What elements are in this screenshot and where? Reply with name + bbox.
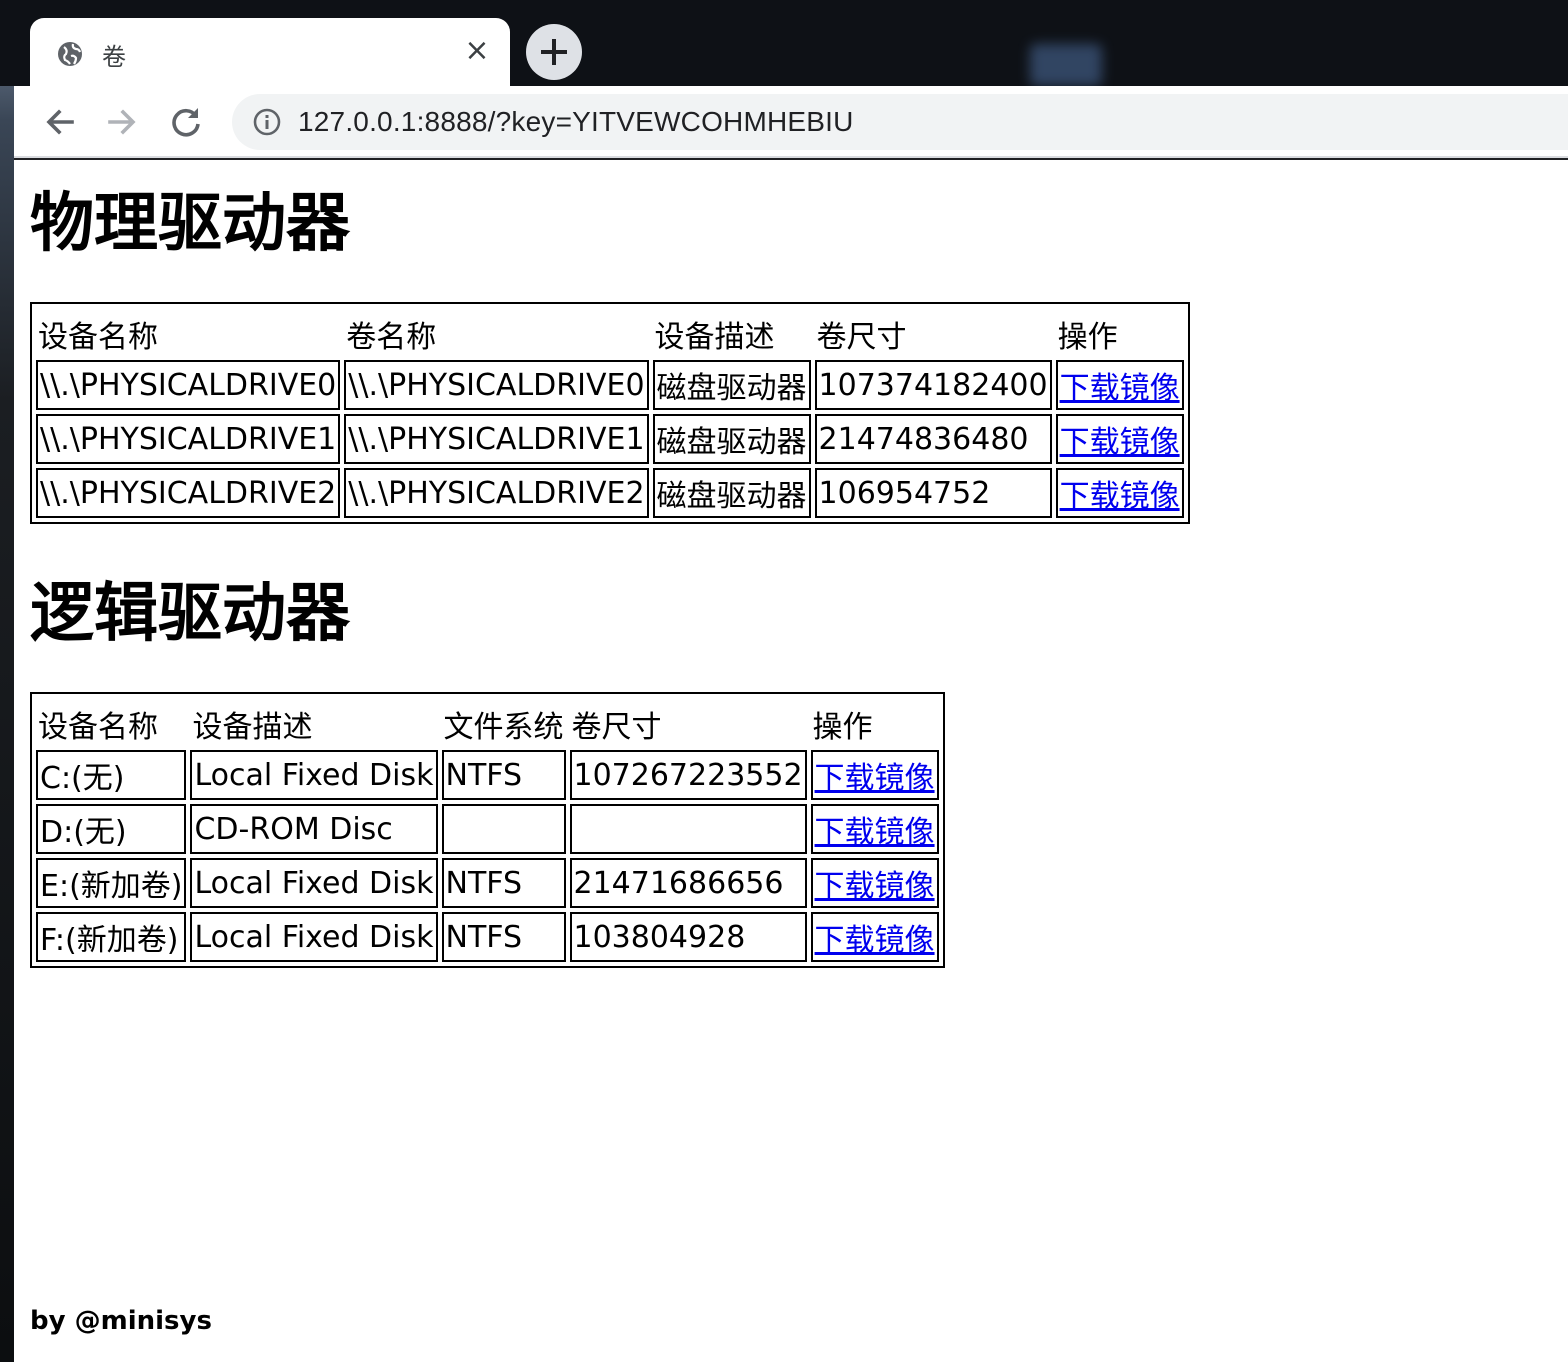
device-name-cell: D:(无) <box>36 804 187 854</box>
column-header: 文件系统 <box>443 710 564 745</box>
download-image-link[interactable]: 下载镜像 <box>815 761 935 796</box>
download-image-link[interactable]: 下载镜像 <box>815 923 935 958</box>
close-tab-icon[interactable]: × <box>462 34 492 68</box>
volume-name-cell: \\.\PHYSICALDRIVE2 <box>344 468 649 518</box>
column-header: 设备名称 <box>38 710 158 745</box>
volume-size-cell: 103804928 <box>569 912 807 962</box>
action-cell: 下载镜像 <box>810 912 939 962</box>
page-content: 物理驱动器 设备名称 卷名称 设备描述 卷尺寸 操作 \\.\PHYSICALD… <box>14 160 1568 1362</box>
logical-drives-table: 设备名称 设备描述 文件系统 卷尺寸 操作 C:(无) Local Fixed … <box>30 692 945 968</box>
browser-tab[interactable]: 卷 × <box>30 18 510 86</box>
tab-title: 卷 <box>102 43 126 71</box>
volume-size-cell: 107374182400 <box>814 360 1052 410</box>
column-header: 操作 <box>1057 320 1118 355</box>
volume-name-cell: \\.\PHYSICALDRIVE1 <box>344 414 649 464</box>
physical-drives-heading: 物理驱动器 <box>30 187 350 261</box>
device-description-cell: 磁盘驱动器 <box>652 468 811 518</box>
column-header: 设备描述 <box>654 320 775 355</box>
device-description-cell: 磁盘驱动器 <box>652 360 811 410</box>
volume-size-cell: 21474836480 <box>814 414 1052 464</box>
url-text[interactable]: 127.0.0.1:8888/?key=YITVEWCOHMHEBIU <box>298 106 854 138</box>
action-cell: 下载镜像 <box>810 858 939 908</box>
download-image-link[interactable]: 下载镜像 <box>1060 371 1180 406</box>
action-cell: 下载镜像 <box>810 804 939 854</box>
action-cell: 下载镜像 <box>810 750 939 800</box>
volume-size-cell: 21471686656 <box>569 858 807 908</box>
device-description-cell: Local Fixed Disk <box>190 858 438 908</box>
device-description-cell: Local Fixed Disk <box>190 750 438 800</box>
info-icon[interactable] <box>252 107 282 137</box>
browser-toolbar: 127.0.0.1:8888/?key=YITVEWCOHMHEBIU <box>14 86 1568 158</box>
file-system-cell: NTFS <box>441 912 566 962</box>
file-system-cell: NTFS <box>441 750 566 800</box>
device-name-cell: F:(新加卷) <box>36 912 187 962</box>
column-header: 操作 <box>812 710 873 745</box>
action-cell: 下载镜像 <box>1055 468 1184 518</box>
table-row: \\.\PHYSICALDRIVE2 \\.\PHYSICALDRIVE2 磁盘… <box>36 468 1184 518</box>
device-name-cell: \\.\PHYSICALDRIVE1 <box>36 414 341 464</box>
table-header-row: 设备名称 卷名称 设备描述 卷尺寸 操作 <box>36 308 1184 356</box>
download-image-link[interactable]: 下载镜像 <box>815 869 935 904</box>
action-cell: 下载镜像 <box>1055 414 1184 464</box>
table-header-row: 设备名称 设备描述 文件系统 卷尺寸 操作 <box>36 698 939 746</box>
forward-arrow-icon[interactable] <box>100 100 144 144</box>
desktop-background <box>0 0 14 1362</box>
device-description-cell: CD-ROM Disc <box>190 804 438 854</box>
volume-size-cell <box>569 804 807 854</box>
table-row: C:(无) Local Fixed Disk NTFS 107267223552… <box>36 750 939 800</box>
download-image-link[interactable]: 下载镜像 <box>1060 425 1180 460</box>
download-image-link[interactable]: 下载镜像 <box>1060 479 1180 514</box>
column-header: 设备描述 <box>192 710 313 745</box>
back-arrow-icon[interactable] <box>38 100 82 144</box>
tab-strip: 卷 × <box>0 0 1568 86</box>
column-header: 卷尺寸 <box>571 710 662 745</box>
device-name-cell: C:(无) <box>36 750 187 800</box>
device-description-cell: 磁盘驱动器 <box>652 414 811 464</box>
file-system-cell <box>441 804 566 854</box>
table-row: \\.\PHYSICALDRIVE0 \\.\PHYSICALDRIVE0 磁盘… <box>36 360 1184 410</box>
reload-icon[interactable] <box>164 100 208 144</box>
device-name-cell: \\.\PHYSICALDRIVE0 <box>36 360 341 410</box>
device-name-cell: \\.\PHYSICALDRIVE2 <box>36 468 341 518</box>
device-name-cell: E:(新加卷) <box>36 858 187 908</box>
table-row: D:(无) CD-ROM Disc 下载镜像 <box>36 804 939 854</box>
volume-size-cell: 107267223552 <box>569 750 807 800</box>
volume-size-cell: 106954752 <box>814 468 1052 518</box>
footer-credit: by @minisys <box>30 1306 212 1336</box>
download-image-link[interactable]: 下载镜像 <box>815 815 935 850</box>
column-header: 卷尺寸 <box>816 320 907 355</box>
action-cell: 下载镜像 <box>1055 360 1184 410</box>
file-system-cell: NTFS <box>441 858 566 908</box>
table-row: E:(新加卷) Local Fixed Disk NTFS 2147168665… <box>36 858 939 908</box>
table-row: \\.\PHYSICALDRIVE1 \\.\PHYSICALDRIVE1 磁盘… <box>36 414 1184 464</box>
volume-name-cell: \\.\PHYSICALDRIVE0 <box>344 360 649 410</box>
blurred-desktop-icon <box>1030 44 1102 86</box>
globe-icon <box>58 42 82 66</box>
logical-drives-heading: 逻辑驱动器 <box>30 577 350 651</box>
physical-drives-table: 设备名称 卷名称 设备描述 卷尺寸 操作 \\.\PHYSICALDRIVE0 … <box>30 302 1190 524</box>
column-header: 卷名称 <box>346 320 437 355</box>
plus-icon[interactable] <box>526 24 582 80</box>
table-row: F:(新加卷) Local Fixed Disk NTFS 103804928 … <box>36 912 939 962</box>
address-bar[interactable]: 127.0.0.1:8888/?key=YITVEWCOHMHEBIU <box>232 94 1568 150</box>
column-header: 设备名称 <box>38 320 158 355</box>
device-description-cell: Local Fixed Disk <box>190 912 438 962</box>
